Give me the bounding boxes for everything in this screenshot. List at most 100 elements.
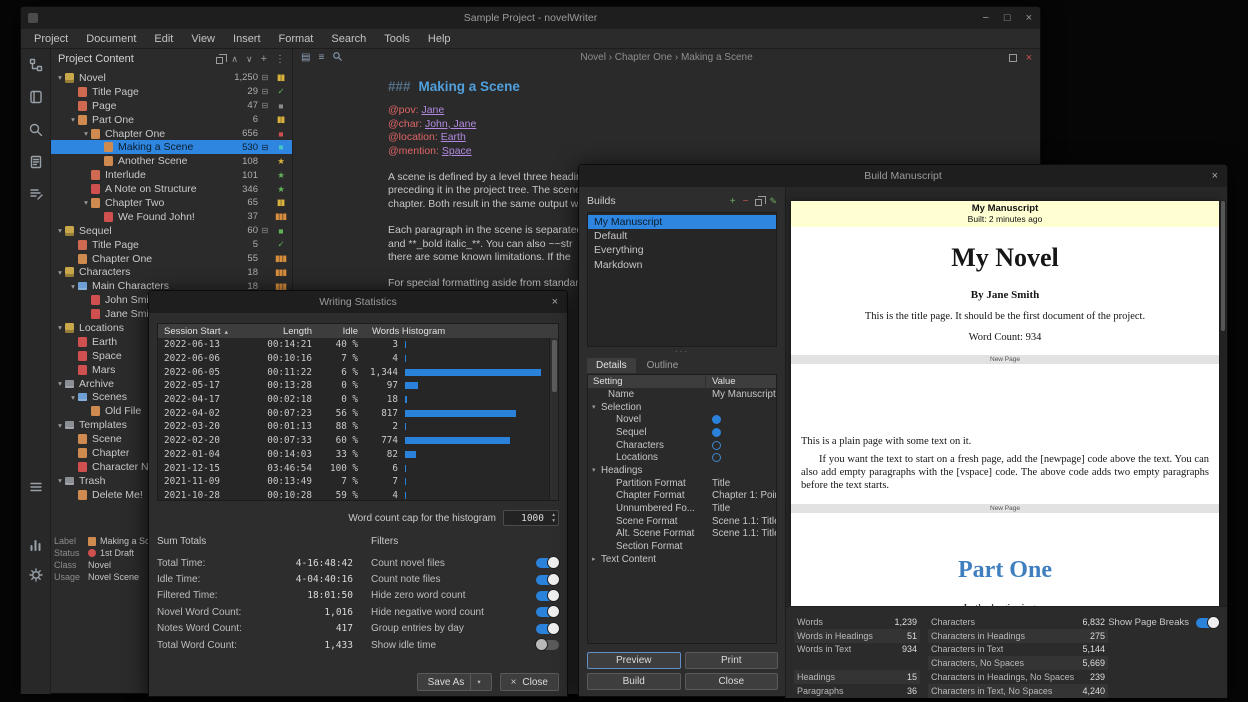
setting-row[interactable]: Scene FormatScene 1.1: Title [588, 515, 776, 528]
tree-expand-arrow[interactable]: ▾ [55, 73, 65, 82]
minimize-icon[interactable]: − [982, 12, 988, 24]
session-row[interactable]: 2022-05-1700:13:280 %97 [158, 379, 549, 393]
filter-toggle[interactable] [536, 640, 559, 650]
session-row[interactable]: 2022-06-1300:14:2140 %3 [158, 338, 549, 352]
panel-menu-icon[interactable]: ⋮ [275, 54, 285, 65]
build-close-icon[interactable]: × [1212, 165, 1218, 187]
tree-item[interactable]: A Note on Structure346★ [51, 182, 292, 196]
stats-close-button[interactable]: ×Close [500, 673, 559, 691]
tree-item[interactable]: ▾Characters18▮▮▮ [51, 265, 292, 279]
stats-titlebar[interactable]: Writing Statistics × [149, 291, 567, 313]
setting-row[interactable]: ▸Text Content [588, 553, 776, 566]
scrollbar-thumb[interactable] [552, 340, 557, 392]
setting-row[interactable]: Chapter FormatChapter 1: Point ... [588, 490, 776, 503]
column-words-histogram[interactable]: Words Histogram [358, 326, 558, 337]
selection-radio[interactable] [712, 415, 721, 424]
build-close-button[interactable]: Close [685, 673, 779, 690]
tree-item[interactable]: Title Page29⊟✓ [51, 85, 292, 99]
add-item-icon[interactable]: + [261, 53, 267, 65]
tree-expand-arrow[interactable]: ▾ [55, 379, 65, 388]
menu-help[interactable]: Help [419, 33, 460, 45]
novel-view-icon[interactable] [28, 89, 44, 105]
build-list-item[interactable]: Markdown [588, 258, 776, 272]
add-build-icon[interactable]: + [730, 196, 736, 207]
menu-format[interactable]: Format [270, 33, 323, 45]
build-button[interactable]: Build [587, 673, 681, 690]
list-icon[interactable] [28, 479, 44, 495]
tree-item[interactable]: ▾Chapter Two65▮▮ [51, 196, 292, 210]
menu-view[interactable]: View [182, 33, 224, 45]
tree-expand-arrow[interactable]: ▾ [55, 421, 65, 430]
session-row[interactable]: 2022-04-1700:02:180 %18 [158, 393, 549, 407]
setting-row[interactable]: ▾Selection [588, 401, 776, 414]
setting-row[interactable]: Section Format [588, 540, 776, 553]
stats-close-icon[interactable]: × [552, 291, 558, 313]
session-row[interactable]: 2022-02-2000:07:3360 %774 [158, 434, 549, 448]
move-down-icon[interactable]: ∨ [246, 54, 253, 65]
move-up-icon[interactable]: ∧ [231, 54, 238, 65]
preview-scrollbar-thumb[interactable] [1221, 201, 1225, 331]
setting-row[interactable]: Alt. Scene FormatScene 1.1: Title [588, 528, 776, 541]
tag-value-link[interactable]: Jane [421, 104, 444, 116]
manuscript-preview[interactable]: My Manuscript Built: 2 minutes ago My No… [791, 201, 1219, 606]
tree-expand-arrow[interactable]: ▾ [55, 226, 65, 235]
filter-toggle[interactable] [536, 575, 559, 585]
session-row[interactable]: 2022-04-0200:07:2356 %817 [158, 406, 549, 420]
expand-arrow-icon[interactable]: ▾ [592, 466, 601, 474]
menu-insert[interactable]: Insert [224, 33, 270, 45]
tag-value-link[interactable]: John, Jane [425, 118, 476, 130]
tree-expand-arrow[interactable]: ▾ [55, 323, 65, 332]
setting-row[interactable]: Locations [588, 451, 776, 464]
menu-search[interactable]: Search [322, 33, 375, 45]
setting-row[interactable]: Unnumbered Fo...Title [588, 502, 776, 515]
editor-close-icon[interactable]: × [1026, 52, 1032, 64]
tab-outline[interactable]: Outline [638, 358, 688, 373]
remove-build-icon[interactable]: − [743, 196, 749, 207]
tree-expand-arrow[interactable]: ▾ [68, 393, 78, 402]
search-icon[interactable] [28, 122, 44, 138]
maximize-icon[interactable]: □ [1004, 12, 1011, 24]
session-row[interactable]: 2022-06-0500:11:226 %1,344 [158, 365, 549, 379]
close-icon[interactable]: × [1026, 12, 1032, 24]
tree-item[interactable]: We Found John!37▮▮▮ [51, 210, 292, 224]
build-list-item[interactable]: Everything [588, 243, 776, 257]
tree-item[interactable]: Chapter One55▮▮▮ [51, 252, 292, 266]
build-titlebar[interactable]: Build Manuscript × [579, 165, 1227, 187]
menu-edit[interactable]: Edit [145, 33, 182, 45]
tree-item[interactable]: ▾Chapter One656■ [51, 127, 292, 141]
save-as-dropdown-icon[interactable]: ▾ [470, 674, 480, 690]
tree-expand-arrow[interactable]: ▾ [55, 268, 65, 277]
filter-toggle[interactable] [536, 591, 559, 601]
session-row[interactable]: 2021-11-0900:13:497 %7 [158, 475, 549, 489]
selection-radio[interactable] [712, 441, 721, 450]
setting-row[interactable]: NameMy Manuscript [588, 388, 776, 401]
tag-value-link[interactable]: Earth [441, 131, 466, 143]
filter-toggle[interactable] [536, 558, 559, 568]
tree-item[interactable]: Interlude101★ [51, 168, 292, 182]
setting-row[interactable]: Characters [588, 439, 776, 452]
setting-row[interactable]: Partition FormatTitle [588, 477, 776, 490]
selection-radio[interactable] [712, 428, 721, 437]
edit-build-icon[interactable]: ✎ [769, 196, 777, 207]
tree-expand-arrow[interactable]: ▾ [68, 282, 78, 291]
filter-toggle[interactable] [536, 607, 559, 617]
tree-expand-arrow[interactable]: ▾ [55, 476, 65, 485]
table-scrollbar[interactable] [549, 338, 558, 500]
writing-stats-icon[interactable] [28, 537, 44, 553]
outline-toggle-icon[interactable]: ≡ [318, 52, 324, 63]
column-idle[interactable]: Idle [312, 326, 358, 337]
editor-search-icon[interactable] [332, 51, 343, 65]
menu-tools[interactable]: Tools [375, 33, 419, 45]
main-titlebar[interactable]: Sample Project - novelWriter − □ × [21, 7, 1040, 29]
setting-row[interactable]: ▾Headings [588, 464, 776, 477]
tree-expand-arrow[interactable]: ▾ [68, 115, 78, 124]
document-icon[interactable] [28, 154, 44, 170]
tree-item[interactable]: ▾Sequel60⊟■ [51, 224, 292, 238]
expand-arrow-icon[interactable]: ▸ [592, 555, 601, 563]
spin-down-icon[interactable]: ▾ [552, 518, 555, 524]
tree-toggle-icon[interactable]: ▤ [301, 52, 310, 63]
column-length[interactable]: Length [250, 326, 312, 337]
build-list-item[interactable]: My Manuscript [588, 215, 776, 229]
tree-item[interactable]: Making a Scene530⊟■ [51, 140, 292, 154]
menu-project[interactable]: Project [25, 33, 77, 45]
